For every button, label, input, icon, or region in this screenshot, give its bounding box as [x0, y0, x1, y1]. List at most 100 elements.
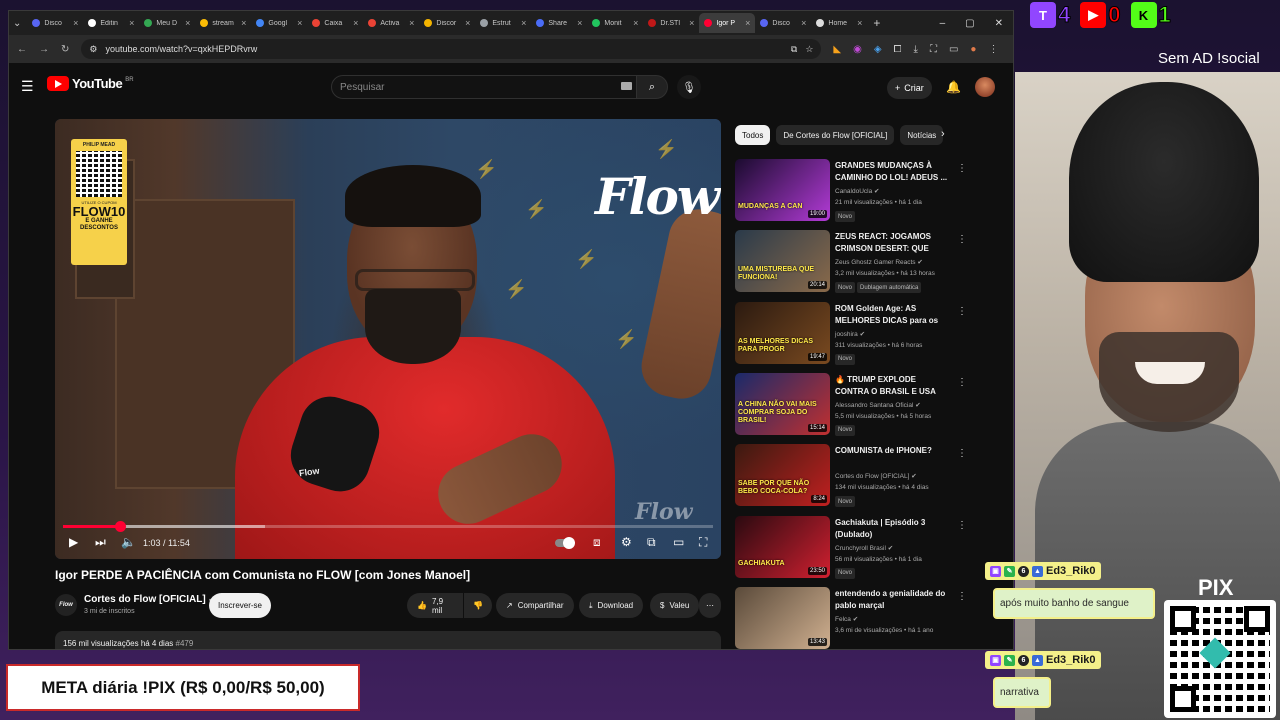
video-progress-bar[interactable]	[63, 521, 713, 532]
share-button[interactable]: ↗ Compartilhar	[496, 593, 574, 618]
browser-menu-icon[interactable]: ⋮	[988, 44, 998, 55]
recommended-video[interactable]: AS MELHORES DICAS PARA PROGR 19:47 ROM Gol…	[735, 301, 967, 368]
browser-tab[interactable]: Share ×	[531, 13, 587, 33]
close-window-icon[interactable]: ✕	[995, 18, 1003, 29]
extension-icon[interactable]: ◈	[874, 44, 882, 55]
recommended-channel[interactable]: Alessandro Santana Oficial ✔	[835, 401, 921, 409]
recommended-video[interactable]: MUDANÇAS A CAN 19:00 GRANDES MUDANÇAS À CA…	[735, 159, 967, 225]
tab-close-icon[interactable]: ×	[465, 18, 470, 28]
recommended-channel[interactable]: Zeus Ghostz Gamer Reacts ✔	[835, 258, 923, 266]
like-button[interactable]: 👍 7,9 mil	[407, 593, 463, 618]
tab-close-icon[interactable]: ×	[185, 18, 190, 28]
recommended-video[interactable]: 13:43 entendendo a genialidade do pablo m…	[735, 586, 967, 649]
recommended-title[interactable]: Gachiakuta | Episódio 3 (Dublado)	[835, 517, 951, 541]
video-thumbnail[interactable]: MUDANÇAS A CAN 19:00	[735, 159, 830, 221]
recommended-title[interactable]: ZEUS REACT: JOGAMOS CRIMSON DESERT: QUE …	[835, 231, 951, 255]
browser-tab[interactable]: Googl ×	[251, 13, 307, 33]
extensions-puzzle-icon[interactable]: ⧠	[894, 44, 902, 55]
tab-close-icon[interactable]: ×	[129, 18, 134, 28]
cast-media-icon[interactable]: ⛶	[930, 44, 937, 55]
filter-chip[interactable]: De Cortes do Flow [OFICIAL]	[776, 125, 895, 145]
recommended-channel[interactable]: Crunchyroll Brasil ✔	[835, 544, 893, 552]
hamburger-menu-icon[interactable]: ☰	[21, 78, 34, 95]
filter-chip[interactable]: Todos	[735, 125, 771, 145]
browser-tab[interactable]: Monit ×	[587, 13, 643, 33]
cast-icon[interactable]: ⧉	[791, 44, 797, 55]
tab-close-icon[interactable]: ×	[409, 18, 414, 28]
settings-gear-icon[interactable]: ⚙	[621, 535, 632, 549]
description-box[interactable]: 156 mil visualizações há 4 dias #479	[55, 631, 721, 649]
notifications-bell-icon[interactable]: 🔔	[946, 80, 961, 94]
browser-tab[interactable]: Disco ×	[27, 13, 83, 33]
browser-tab[interactable]: Home ×	[811, 13, 867, 33]
tab-close-icon[interactable]: ×	[801, 18, 806, 28]
recommended-video[interactable]: SABE POR QUE NÃO BEBO COCA-COLA? 8:24 COMU…	[735, 444, 967, 510]
description-tag[interactable]: #479	[176, 639, 194, 648]
theater-mode-icon[interactable]: ▭	[673, 535, 684, 549]
tab-close-icon[interactable]: ×	[521, 18, 526, 28]
voice-search-button[interactable]: 🎙	[677, 75, 701, 99]
browser-tab[interactable]: Discor ×	[419, 13, 475, 33]
video-thumbnail[interactable]: AS MELHORES DICAS PARA PROGR 19:47	[735, 301, 830, 364]
thanks-button[interactable]: $ Valeu	[650, 593, 700, 618]
more-options-icon[interactable]: ⋮	[957, 377, 967, 388]
search-input[interactable]: Pesquisar	[331, 75, 637, 99]
bookmark-star-icon[interactable]: ☆	[805, 44, 813, 55]
recommended-video[interactable]: A CHINA NÃO VAI MAIS COMPRAR SOJA DO BRA…	[735, 372, 967, 439]
split-view-icon[interactable]: ▭	[949, 44, 958, 55]
recommended-title[interactable]: GRANDES MUDANÇAS À CAMINHO DO LOL! ADEUS…	[835, 160, 951, 184]
dislike-button[interactable]: 👎	[464, 593, 492, 618]
recommended-channel[interactable]: Cortes do Flow [OFICIAL] ✔	[835, 472, 917, 480]
next-video-icon[interactable]: ⏭	[95, 535, 106, 550]
tab-close-icon[interactable]: ×	[745, 18, 750, 28]
url-field[interactable]: ⚙ youtube.com/watch?v=qxkHEPDRvrw ⧉ ☆	[81, 39, 822, 59]
new-tab-icon[interactable]: +	[873, 16, 880, 30]
reload-icon[interactable]: ↻	[61, 44, 69, 55]
browser-tab[interactable]: Activa ×	[363, 13, 419, 33]
recommended-channel[interactable]: CanaldoUcla ✔	[835, 187, 879, 195]
minimize-icon[interactable]: –	[940, 18, 946, 29]
browser-tab[interactable]: stream ×	[195, 13, 251, 33]
browser-tab[interactable]: Dr.STI ×	[643, 13, 699, 33]
fullscreen-icon[interactable]: ⛶	[699, 535, 707, 550]
keyboard-icon[interactable]	[621, 82, 632, 90]
more-options-icon[interactable]: ⋮	[957, 448, 967, 459]
browser-tab[interactable]: Meu D ×	[139, 13, 195, 33]
play-icon[interactable]: ▶	[69, 535, 78, 549]
recommended-title[interactable]: 🔥 TRUMP EXPLODE CONTRA O BRASIL E USA CH…	[835, 374, 951, 398]
video-thumbnail[interactable]: A CHINA NÃO VAI MAIS COMPRAR SOJA DO BRA…	[735, 372, 830, 435]
recommended-title[interactable]: COMUNISTA de IPHONE?	[835, 445, 951, 457]
rss-extension-icon[interactable]: ◣	[833, 44, 841, 55]
miniplayer-icon[interactable]: ⧉	[647, 535, 656, 550]
more-options-icon[interactable]: ⋮	[957, 163, 967, 174]
video-thumbnail[interactable]: UMA MISTUREBA QUE FUNCIONA! 20:14	[735, 230, 830, 293]
more-options-icon[interactable]: ⋮	[957, 306, 967, 317]
browser-tab[interactable]: Caixa ×	[307, 13, 363, 33]
more-options-icon[interactable]: ⋮	[957, 591, 967, 602]
video-player[interactable]: ⚡ ⚡ ⚡ ⚡ ⚡ ⚡ ⚡ Flow Flow Flow PHILIP MEAD…	[55, 119, 721, 559]
account-avatar[interactable]	[975, 77, 995, 97]
extension-icon[interactable]: ◉	[853, 44, 862, 55]
browser-tab[interactable]: Igor P ×	[699, 13, 756, 33]
tab-search-icon[interactable]: ⌄	[13, 18, 21, 29]
browser-tab[interactable]: Editin ×	[83, 13, 139, 33]
back-icon[interactable]: ←	[17, 44, 27, 55]
profile-icon[interactable]: ●	[970, 44, 976, 55]
more-options-icon[interactable]: ⋮	[957, 234, 967, 245]
recommended-channel[interactable]: Felca ✔	[835, 615, 858, 623]
site-info-icon[interactable]: ⚙	[89, 44, 97, 55]
tab-close-icon[interactable]: ×	[297, 18, 302, 28]
youtube-logo[interactable]: YouTube BR	[47, 76, 134, 91]
browser-tab[interactable]: Estrut ×	[475, 13, 531, 33]
channel-name[interactable]: Cortes do Flow [OFICIAL] ✔	[84, 594, 215, 605]
browser-tab[interactable]: Disco ×	[755, 13, 811, 33]
video-thumbnail[interactable]: 13:43	[735, 586, 830, 649]
tab-close-icon[interactable]: ×	[633, 18, 638, 28]
recommended-title[interactable]: ROM Golden Age: AS MELHORES DICAS para o…	[835, 303, 951, 327]
more-options-icon[interactable]: ⋮	[957, 520, 967, 531]
subtitles-icon[interactable]: ⧈	[593, 535, 601, 550]
create-button[interactable]: + Criar	[887, 77, 932, 99]
more-actions-button[interactable]: ⋯	[699, 593, 721, 618]
autoplay-toggle[interactable]	[555, 537, 575, 549]
recommended-video[interactable]: UMA MISTUREBA QUE FUNCIONA! 20:14 ZEUS REA…	[735, 230, 967, 296]
